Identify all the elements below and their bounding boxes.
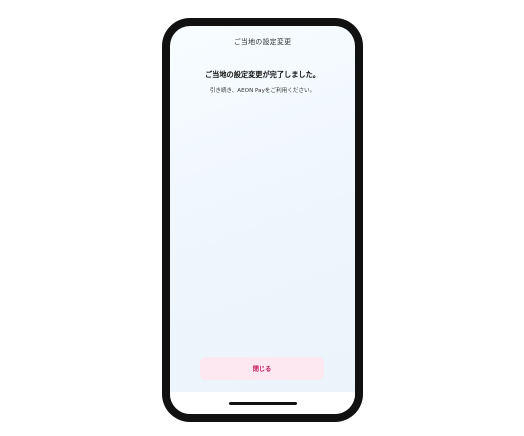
app-screen: ご当地の設定変更 ご当地の設定変更が完了しました。 引き続き、AEON Payを… xyxy=(170,26,355,414)
completion-message-subtitle: 引き続き、AEON Payをご利用ください。 xyxy=(209,88,316,94)
stage: ご当地の設定変更 ご当地の設定変更が完了しました。 引き続き、AEON Payを… xyxy=(0,0,524,436)
completion-message-title: ご当地の設定変更が完了しました。 xyxy=(204,70,320,79)
close-button[interactable]: 閉じる xyxy=(200,357,324,380)
home-indicator[interactable] xyxy=(229,402,297,405)
page-title: ご当地の設定変更 xyxy=(233,38,292,46)
